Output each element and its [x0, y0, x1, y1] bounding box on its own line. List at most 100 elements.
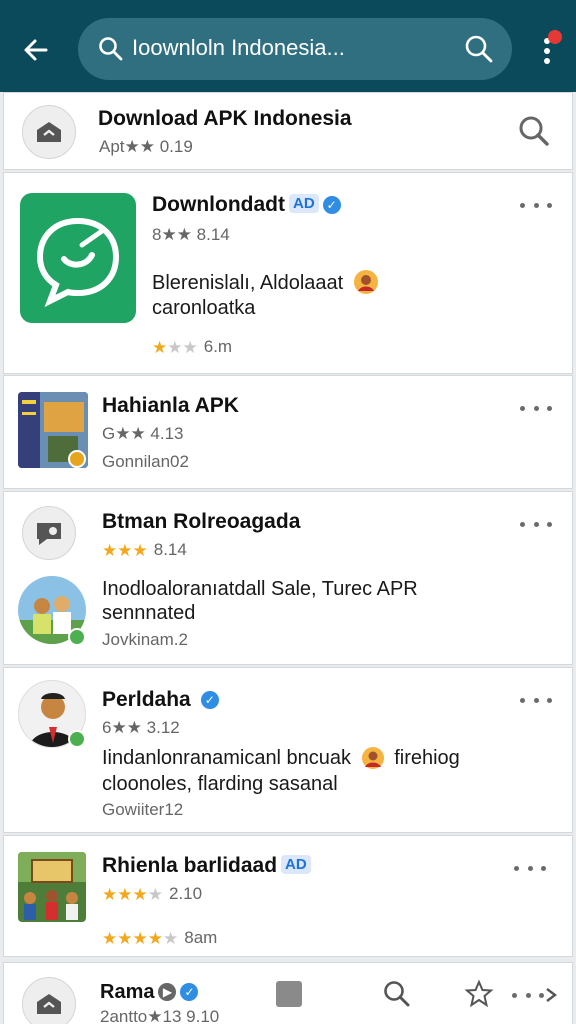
item-subtitle: Gonnilan02: [102, 452, 189, 471]
app-thumbnail: [18, 852, 86, 922]
star-icon: ★: [117, 540, 133, 560]
chevron-right-icon[interactable]: [544, 987, 558, 1003]
avatar: [361, 747, 384, 769]
more-options-button[interactable]: [516, 398, 556, 418]
desc-line: Blerenislalı, Aldolaaat: [152, 272, 344, 294]
app-icon: [20, 193, 136, 323]
more-options-button[interactable]: [510, 858, 550, 878]
item-description: Iindanlonranamicanl bncuak firehiog: [102, 745, 460, 772]
star-icon: ★: [182, 337, 198, 357]
more-options-button[interactable]: [516, 690, 556, 710]
menu-dot-icon: [544, 58, 550, 64]
badge-icon: [68, 450, 86, 468]
item-subtitle: Gowiiter12: [102, 800, 184, 819]
verified-icon: ✓: [180, 983, 199, 1001]
item-rating-row: ★ ★ ★ 8.14: [102, 540, 187, 560]
item-description-line2: caronloatka: [152, 297, 256, 319]
avatar: [353, 270, 378, 294]
item-size: 8am: [184, 928, 218, 947]
star-icon: ★: [167, 337, 183, 357]
header-meta: Apt★★ 0.19: [99, 137, 193, 156]
list-item[interactable]: Hahianla APK G★★ 4.13 Gonnilan02: [3, 375, 573, 489]
search-icon[interactable]: [516, 113, 552, 149]
header-title: Download APK Indonesia: [98, 107, 352, 130]
more-options-button[interactable]: [516, 514, 556, 534]
item-description: Blerenislalı, Aldolaaat: [152, 269, 379, 297]
star-icon: ★: [147, 928, 163, 948]
list-item[interactable]: Downlondadt AD ✓ 8★★ 8.14 Blerenislalı, Al…: [3, 172, 573, 374]
desc-line: Iindanlonranamicanl bncuak: [102, 747, 352, 769]
back-arrow-icon: [24, 39, 48, 61]
item-description: Inodloaloranıatdall Sale, Turec APR: [102, 578, 418, 600]
item-title: Rama ▶ ✓: [100, 981, 199, 1004]
ad-badge: AD: [288, 194, 319, 213]
item-title-text: Rhienla barlidaad: [102, 854, 278, 877]
item-title-text: Rama: [100, 981, 155, 1003]
star-icon: ★: [117, 884, 133, 904]
star-icon: ★: [147, 884, 163, 904]
star-outline-icon[interactable]: [464, 979, 494, 1009]
star-icon: ★: [117, 928, 133, 948]
app-icon: [22, 977, 76, 1024]
search-icon[interactable]: [382, 979, 412, 1009]
item-meta: 2antto★13 9.10: [100, 1007, 220, 1024]
star-icon: ★: [132, 884, 148, 904]
app-bar: Ioownloln Indonesia...: [0, 0, 576, 92]
list-item[interactable]: Perldaha ✓ 6★★ 3.12 Iindanlonranamicanl b…: [3, 667, 573, 833]
item-meta: 8★★ 8.14: [152, 225, 230, 244]
app-icon: [22, 105, 76, 159]
chat-bubble-icon: [36, 217, 120, 308]
stop-icon[interactable]: [276, 981, 302, 1007]
star-icon: ★: [102, 884, 118, 904]
search-submit-icon[interactable]: [462, 32, 496, 66]
ad-badge: AD: [281, 855, 311, 874]
list-item[interactable]: Rhienla barlidaad AD ★ ★ ★ ★ 2.10 ★ ★ ★ ★ ★ 8am: [3, 835, 573, 957]
search-icon: [99, 37, 123, 61]
item-title-text: Perldaha: [102, 688, 191, 711]
item-meta-text: 2.10: [169, 884, 203, 903]
item-rating-row: ★ ★ ★ 6.m: [152, 337, 232, 357]
verified-badge: [68, 730, 86, 748]
search-input[interactable]: Ioownloln Indonesia...: [78, 18, 512, 80]
item-subtitle: Jovkinam.2: [102, 630, 188, 649]
item-meta: 6★★ 3.12: [102, 718, 180, 737]
group-photo: [18, 852, 86, 920]
item-title: Hahianla APK: [102, 394, 239, 417]
item-meta: G★★ 4.13: [102, 424, 184, 444]
play-icon[interactable]: ▶: [158, 983, 177, 1001]
item-description-line2: sennnated: [102, 602, 196, 624]
header-card[interactable]: Download APK Indonesia Apt★★ 0.19: [3, 92, 573, 170]
star-icon: ★: [152, 337, 168, 357]
notification-dot: [548, 30, 562, 44]
star-icon: ★: [132, 540, 148, 560]
item-description-line2: cloonoles, flarding sasanal: [102, 773, 338, 795]
desc-line: firehiog: [394, 747, 460, 769]
item-meta-text: G★★ 4.13: [102, 424, 184, 443]
back-button[interactable]: [14, 28, 58, 72]
app-icon: [22, 506, 76, 560]
list-item[interactable]: Btman Rolreoagada ★ ★ ★ 8.14 Inodloaloranı…: [3, 491, 573, 665]
item-rating-row: ★ ★ ★ ★ 2.10: [102, 884, 202, 904]
item-title: Perldaha ✓: [102, 688, 219, 712]
item-rating-row: ★ ★ ★ ★ ★ 8am: [102, 928, 217, 948]
search-text: Ioownloln Indonesia...: [132, 35, 345, 60]
item-title: Downlondadt AD ✓: [152, 193, 341, 217]
store-icon: [37, 122, 61, 142]
item-meta-text: 8.14: [153, 540, 187, 559]
item-title-text: Downlondadt: [152, 193, 285, 216]
more-options-button[interactable]: [508, 985, 548, 1005]
item-title: Btman Rolreoagada: [102, 510, 301, 533]
store-icon: [37, 994, 61, 1014]
item-size: 6.m: [203, 337, 233, 356]
star-icon: ★: [102, 928, 118, 948]
verified-icon: ✓: [322, 196, 341, 214]
more-options-button[interactable]: [516, 195, 556, 215]
star-icon: ★: [163, 928, 179, 948]
verified-badge: [68, 628, 86, 646]
star-icon: ★: [102, 540, 118, 560]
menu-dot-icon: [544, 48, 550, 54]
bottom-bar: Rama ▶ ✓ 2antto★13 9.10: [3, 962, 573, 1024]
verified-icon: ✓: [200, 691, 219, 709]
item-title: Rhienla barlidaad AD: [102, 854, 311, 878]
star-icon: ★: [132, 928, 148, 948]
